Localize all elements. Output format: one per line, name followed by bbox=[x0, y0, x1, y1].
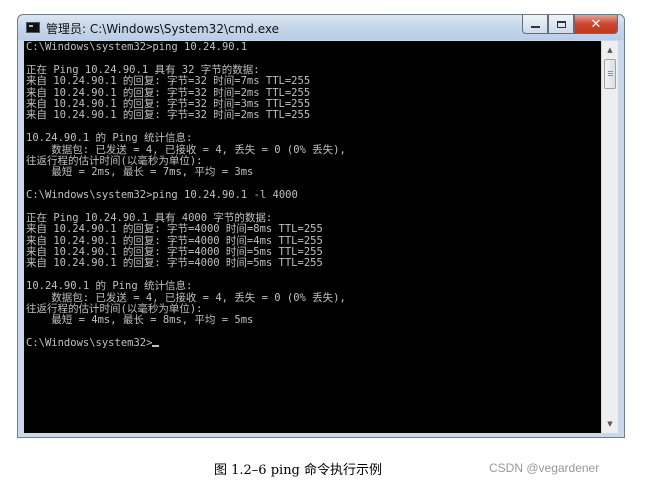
prompt-text: C:\Windows\system32> bbox=[26, 337, 153, 350]
console-line: 10.24.90.1 的 Ping 统计信息: bbox=[26, 132, 193, 145]
console-icon[interactable] bbox=[26, 22, 40, 33]
window-title: 管理员: C:\Windows\System32\cmd.exe bbox=[46, 22, 279, 36]
watermark: CSDN @vegardener bbox=[489, 461, 600, 475]
grip-icon bbox=[608, 71, 613, 72]
console-line: 来自 10.24.90.1 的回复: 字节=32 时间=7ms TTL=255 bbox=[26, 75, 311, 88]
console-line: 最短 = 4ms, 最长 = 8ms, 平均 = 5ms bbox=[26, 314, 254, 327]
minimize-button[interactable] bbox=[522, 15, 548, 34]
close-icon: ✕ bbox=[590, 16, 602, 32]
maximize-icon bbox=[556, 20, 566, 28]
console-line: 来自 10.24.90.1 的回复: 字节=32 时间=2ms TTL=255 bbox=[26, 109, 311, 122]
scrollbar-thumb[interactable] bbox=[604, 59, 616, 89]
window-controls: ✕ bbox=[522, 15, 618, 34]
scroll-down-button[interactable]: ▼ bbox=[603, 416, 617, 432]
console-lines: C:\Windows\system32>ping 10.24.90.1 正在 Pi… bbox=[26, 41, 346, 350]
arrow-down-icon: ▼ bbox=[607, 420, 613, 428]
close-button[interactable]: ✕ bbox=[574, 15, 618, 34]
arrow-up-icon: ▲ bbox=[607, 46, 613, 54]
minimize-icon bbox=[530, 26, 540, 28]
console-output[interactable]: C:\Windows\system32>ping 10.24.90.1 正在 Pi… bbox=[24, 41, 601, 433]
console-line: 10.24.90.1 的 Ping 统计信息: bbox=[26, 280, 193, 293]
console-line: 来自 10.24.90.1 的回复: 字节=4000 时间=5ms TTL=25… bbox=[26, 257, 323, 270]
console-line: C:\Windows\system32>ping 10.24.90.1 -l 4… bbox=[26, 189, 298, 202]
vertical-scrollbar[interactable]: ▲ ▼ bbox=[601, 41, 618, 433]
console-line: C:\Windows\system32> bbox=[26, 337, 346, 350]
console-line: C:\Windows\system32>ping 10.24.90.1 bbox=[26, 41, 248, 53]
title-bar[interactable]: 管理员: C:\Windows\System32\cmd.exe ✕ bbox=[18, 15, 624, 40]
console-line: 来自 10.24.90.1 的回复: 字节=4000 时间=8ms TTL=25… bbox=[26, 223, 323, 236]
text-cursor bbox=[152, 345, 160, 348]
console-line: 最短 = 2ms, 最长 = 7ms, 平均 = 3ms bbox=[26, 166, 254, 179]
scroll-up-button[interactable]: ▲ bbox=[603, 42, 617, 58]
cmd-window: 管理员: C:\Windows\System32\cmd.exe ✕ C:\Wi… bbox=[17, 14, 625, 438]
maximize-button[interactable] bbox=[548, 15, 574, 34]
figure-caption: 图 1.2–6 ping 命令执行示例 bbox=[214, 463, 383, 478]
